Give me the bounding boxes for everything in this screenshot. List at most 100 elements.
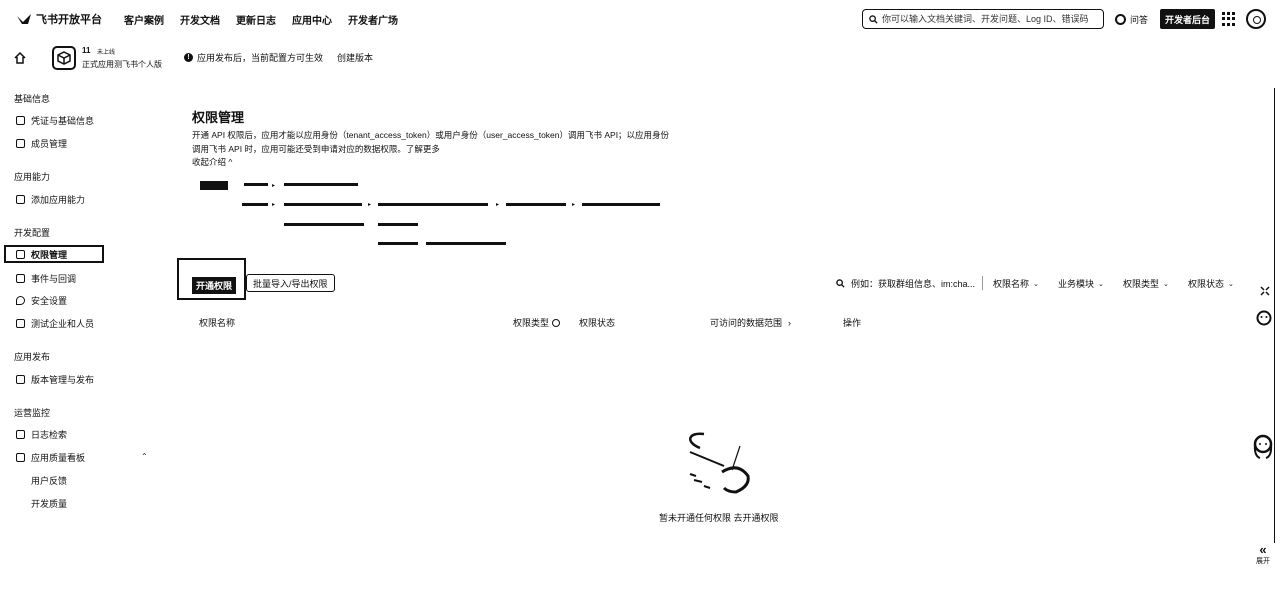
flow-step-bar — [426, 242, 506, 245]
id-card-icon — [16, 116, 25, 125]
sidebar-item-credentials[interactable]: 凭证与基础信息 — [16, 114, 94, 127]
sidebar-item-label: 日志检索 — [31, 430, 68, 440]
sidebar-item-security[interactable]: 安全设置 — [16, 294, 67, 307]
global-search-input[interactable] — [882, 14, 1100, 24]
empty-state-open-link[interactable]: 去开通权限 — [734, 513, 779, 523]
flow-step-bar — [284, 203, 362, 206]
app-name: 11 — [82, 46, 91, 55]
flow-step-bar — [244, 183, 268, 186]
sidebar-section-monitoring: 运营监控 — [14, 408, 51, 418]
page-description: 开通 API 权限后，应用才能以应用身份（tenant_access_token… — [192, 130, 670, 154]
nav-item-changelog[interactable]: 更新日志 — [236, 12, 276, 27]
column-header-data-scope: 可访问的数据范围 › — [710, 316, 791, 329]
apps-grid-icon[interactable] — [1222, 12, 1236, 26]
sidebar-item-log-search[interactable]: 日志检索 — [16, 428, 67, 441]
app-status-badge: 未上线 — [97, 50, 116, 56]
nav-item-app-center[interactable]: 应用中心 — [292, 12, 332, 27]
assistant-avatar-icon[interactable] — [1252, 432, 1274, 460]
chevron-down-icon: ⌄ — [1228, 280, 1234, 288]
collapse-intro-label: 收起介绍 — [192, 157, 227, 167]
divider — [982, 276, 983, 290]
flow-step-bar — [506, 203, 566, 206]
expand-button[interactable]: « 展开 — [1256, 542, 1270, 566]
nav-item-cases[interactable]: 客户案例 — [124, 12, 164, 27]
flow-arrow-icon: ▸ — [368, 202, 372, 208]
filter-business-module[interactable]: 业务模块 ⌄ — [1058, 277, 1104, 290]
open-permission-button-frame: 开通权限 — [177, 258, 246, 300]
filter-label: 业务模块 — [1058, 279, 1095, 289]
ask-label: 问答 — [1130, 15, 1149, 25]
lock-icon — [16, 249, 25, 259]
top-navigation-bar: 飞书开放平台 客户案例 开发文档 更新日志 应用中心 开发者广场 问答 开发者后… — [0, 0, 1280, 38]
sidebar-item-label: 成员管理 — [31, 139, 68, 149]
sidebar-subitem-feedback[interactable]: 用户反馈 — [31, 474, 67, 487]
create-version-link[interactable]: 创建版本 — [337, 51, 373, 64]
sidebar-item-add-capability[interactable]: 添加应用能力 — [16, 193, 85, 206]
chevron-down-icon: ⌄ — [1163, 280, 1169, 288]
developer-console-button[interactable]: 开发者后台 — [1160, 9, 1216, 29]
page-title: 权限管理 — [192, 110, 245, 125]
flow-arrow-icon: ▸ — [572, 202, 576, 208]
chevron-down-icon: ⌄ — [1033, 280, 1039, 288]
filter-label: 权限类型 — [1123, 279, 1160, 289]
app-icon — [52, 46, 76, 70]
cube-icon — [57, 51, 71, 65]
publish-notice: ! 应用发布后，当前配置方可生效 — [184, 51, 323, 64]
flow-step-bar — [242, 203, 268, 206]
member-icon — [16, 139, 25, 148]
sidebar-item-label: 测试企业和人员 — [31, 319, 95, 329]
right-scroll-rail[interactable] — [1274, 88, 1280, 543]
feishu-logo-icon — [17, 14, 31, 24]
filter-label: 权限名称 — [993, 279, 1030, 289]
column-header-data-scope-label: 可访问的数据范围 — [710, 318, 783, 328]
column-header-name: 权限名称 — [199, 318, 236, 328]
sidebar-section-capabilities: 应用能力 — [14, 172, 51, 182]
search-icon — [836, 279, 845, 288]
sidebar-item-test-users[interactable]: 测试企业和人员 — [16, 317, 94, 330]
sidebar-item-label: 安全设置 — [31, 296, 68, 306]
smile-icon[interactable] — [1256, 310, 1272, 326]
chevron-up-icon: ^ — [228, 157, 233, 167]
collapse-intro-link[interactable]: 收起介绍 ^ — [192, 156, 232, 168]
version-icon — [16, 375, 25, 384]
nav-item-docs[interactable]: 开发文档 — [180, 12, 220, 27]
global-search[interactable] — [862, 9, 1104, 29]
filter-permission-type[interactable]: 权限类型 ⌄ — [1123, 277, 1169, 290]
sidebar-item-label: 权限管理 — [31, 249, 68, 260]
logo[interactable]: 飞书开放平台 — [16, 11, 102, 27]
nav-item-dev-square[interactable]: 开发者广场 — [348, 12, 398, 27]
flow-start-tag — [200, 181, 228, 190]
help-icon[interactable] — [552, 318, 561, 327]
sidebar-item-members[interactable]: 成员管理 — [16, 137, 67, 150]
column-header-type-label: 权限类型 — [513, 318, 550, 328]
sidebar-subitem-dev-quality[interactable]: 开发质量 — [31, 497, 67, 510]
shield-icon — [16, 296, 25, 305]
home-icon[interactable] — [14, 52, 26, 64]
empty-state: 暂未开通任何权限 去开通权限 — [659, 511, 779, 524]
test-icon — [16, 319, 25, 328]
app-subtitle: 正式应用测飞书个人版 — [82, 60, 162, 69]
tools-icon[interactable] — [1259, 285, 1271, 297]
double-chevron-left-icon: « — [1259, 542, 1267, 557]
flow-arrow-icon: ▸ — [496, 202, 500, 208]
sidebar-item-label: 版本管理与发布 — [31, 375, 95, 385]
batch-import-export-button[interactable]: 批量导入/导出权限 — [246, 274, 335, 292]
sidebar-section-basic: 基础信息 — [14, 94, 51, 104]
avatar[interactable] — [1246, 9, 1266, 29]
sidebar-item-permissions[interactable]: 权限管理 — [4, 245, 104, 263]
chevron-right-icon[interactable]: › — [788, 318, 791, 328]
ask-button[interactable]: 问答 — [1115, 13, 1148, 26]
filter-permission-name[interactable]: 权限名称 ⌄ — [993, 277, 1039, 290]
sidebar-item-quality-dashboard[interactable]: 应用质量看板 — [16, 451, 85, 464]
column-header-actions: 操作 — [843, 318, 862, 328]
open-permission-button[interactable]: 开通权限 — [192, 277, 236, 294]
sidebar-section-release: 应用发布 — [14, 352, 51, 362]
sidebar-item-events[interactable]: 事件与回调 — [16, 272, 76, 285]
sidebar-item-versions[interactable]: 版本管理与发布 — [16, 373, 94, 386]
flow-step-bar — [378, 203, 488, 206]
chevron-up-icon[interactable]: ⌃ — [141, 452, 148, 461]
empty-state-text: 暂未开通任何权限 — [659, 513, 732, 523]
info-icon: ! — [184, 53, 193, 62]
permission-search[interactable]: 例如：获取群组信息、im:cha... — [836, 277, 975, 290]
filter-permission-status[interactable]: 权限状态 ⌄ — [1188, 277, 1234, 290]
